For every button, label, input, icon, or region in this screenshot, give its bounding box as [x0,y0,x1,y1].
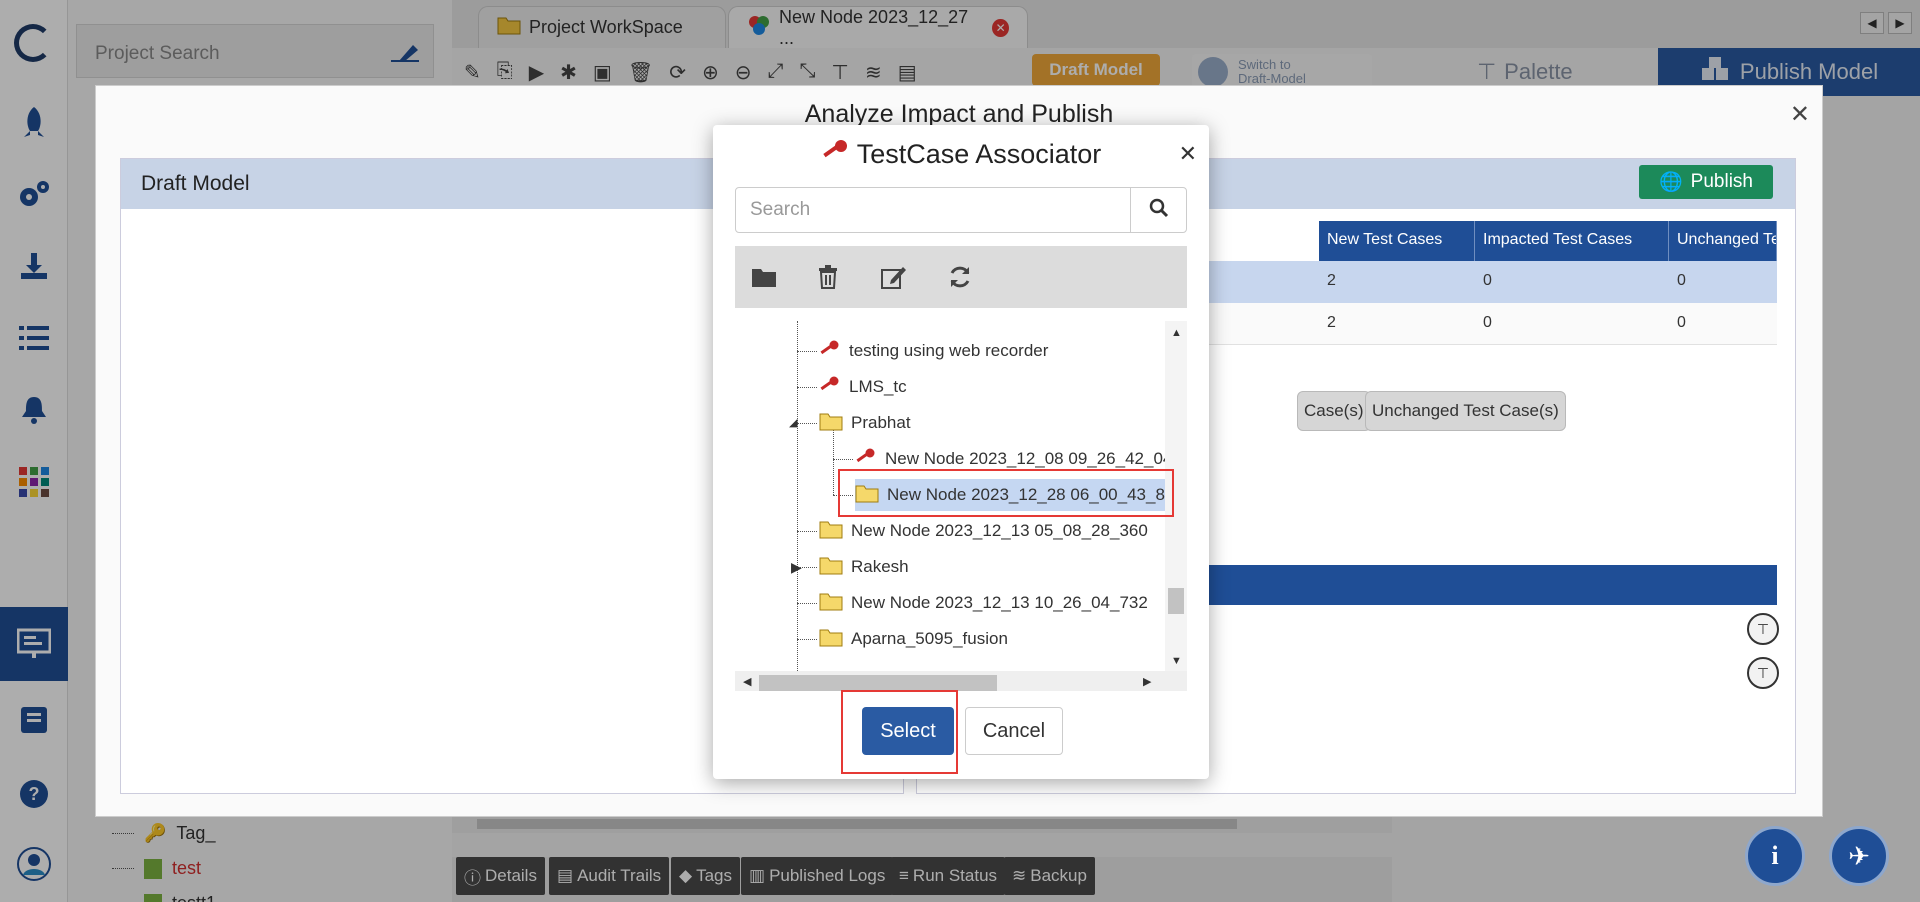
scroll-right-icon[interactable]: ▶ [1143,675,1151,688]
scroll-down-icon[interactable]: ▼ [1171,655,1182,667]
sitemap-icon[interactable]: ⊤ [1747,657,1779,689]
folder-icon [819,591,843,616]
tree-node[interactable]: Rakesh [819,551,909,583]
tree-node[interactable]: New Node 2023_12_13 05_08_28_360 [819,515,1148,547]
publish-button[interactable]: 🌐 Publish [1639,165,1773,199]
tree-node[interactable]: New Node 2023_12_13 10_26_04_732 [819,587,1148,619]
globe-icon: 🌐 [1659,172,1683,193]
trash-icon[interactable] [813,262,843,292]
col-impacted-test-cases: Impacted Test Cases [1475,221,1669,261]
folder-icon [819,555,843,580]
tree-search [735,187,1187,233]
folder-icon [819,519,843,544]
close-icon[interactable]: ✕ [1790,100,1810,129]
expand-arrow-icon[interactable]: ▶ [791,559,802,576]
tree-node[interactable]: LMS_tc [819,371,907,403]
info-icon: i [1771,841,1779,870]
folder-icon[interactable] [749,262,779,292]
plane-button[interactable]: ✈ [1829,826,1889,886]
plane-icon: ✈ [1848,840,1870,871]
highlight-selected-node [838,469,1174,517]
key-icon [821,139,849,170]
cancel-button[interactable]: Cancel [965,707,1063,755]
testcase-icon [819,376,841,399]
tree-toolbar [735,246,1187,308]
folder-icon [819,411,843,436]
col-new-test-cases: New Test Cases [1319,221,1475,261]
dialog-title: TestCase Associator [856,139,1102,169]
testcase-icon [855,448,877,471]
refresh-icon[interactable] [945,262,975,292]
edit-icon[interactable] [879,262,909,292]
sitemap-icon[interactable]: ⊤ [1747,613,1779,645]
tree-node[interactable]: Aparna_5095_fusion [819,623,1008,655]
collapse-arrow-icon[interactable]: ◢ [789,416,797,429]
close-icon[interactable]: ✕ [1179,141,1197,167]
col-unchanged-test-cases: Unchanged Test Cases [1669,221,1777,261]
tree-node[interactable]: Prabhat [819,407,911,439]
tree-node[interactable]: testing using web recorder [819,335,1048,367]
tree-search-input[interactable] [736,188,1128,232]
search-button[interactable] [1130,188,1186,232]
scroll-up-icon[interactable]: ▲ [1171,327,1182,339]
folder-icon [819,627,843,652]
info-button[interactable]: i [1745,826,1805,886]
tab-case-filter[interactable]: Case(s) [1297,391,1371,431]
scroll-left-icon[interactable]: ◀ [743,675,751,688]
tab-unchanged-test-cases[interactable]: Unchanged Test Case(s) [1365,391,1566,431]
testcase-icon [819,340,841,363]
search-icon [1149,198,1169,223]
tree-horizontal-scrollbar[interactable]: ◀ ▶ [735,671,1187,691]
testcase-associator-dialog: TestCase Associator ✕ Search testing usi… [713,125,1209,779]
highlight-select-button [841,690,958,774]
